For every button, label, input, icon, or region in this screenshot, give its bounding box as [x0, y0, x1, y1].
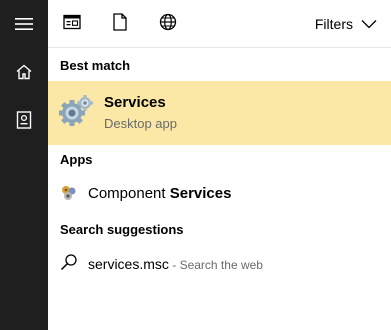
chevron-down-icon [361, 16, 377, 32]
home-button[interactable] [0, 48, 48, 96]
app-result-label: Component Services [88, 185, 231, 202]
search-panel: Filters Best match Services Desktop app … [0, 0, 391, 330]
filters-dropdown[interactable]: Filters [315, 14, 377, 34]
best-match-header: Best match [60, 58, 131, 73]
app-result-match: Services [169, 185, 232, 202]
search-suggestions-header: Search suggestions [60, 222, 184, 237]
best-match-subtitle: Desktop app [104, 116, 177, 131]
filters-label: Filters [314, 16, 353, 32]
left-rail [0, 0, 48, 330]
apps-filter-button[interactable] [60, 12, 84, 36]
hamburger-menu-icon [15, 17, 33, 31]
documents-filter-icon [113, 12, 127, 36]
suggestion-query: services.msc [88, 256, 169, 272]
menu-button[interactable] [0, 0, 48, 48]
search-suggestion[interactable]: services.msc - Search the web [48, 250, 391, 278]
best-match-title: Services [104, 94, 166, 111]
documents-filter-button[interactable] [108, 12, 132, 36]
services-gears-icon [58, 93, 94, 129]
web-filter-icon [159, 13, 177, 36]
app-result-component-services[interactable]: Component Services [48, 180, 391, 210]
notebook-button[interactable] [0, 96, 48, 144]
suggestion-hint: Search the web [179, 258, 263, 272]
filter-bar: Filters [48, 0, 391, 48]
apps-filter-icon [63, 14, 81, 35]
results-list: Best match Services Desktop app Apps Com… [48, 48, 391, 330]
notebook-icon [16, 111, 32, 129]
suggestion-text: services.msc - Search the web [88, 256, 263, 272]
suggestion-separator: - [168, 258, 180, 272]
best-match-result[interactable]: Services Desktop app [48, 81, 391, 145]
component-services-icon [59, 183, 79, 203]
web-filter-button[interactable] [156, 12, 180, 36]
app-result-prefix: Component [88, 185, 170, 202]
apps-header: Apps [60, 152, 93, 167]
search-icon [60, 253, 78, 271]
home-icon [15, 63, 33, 81]
